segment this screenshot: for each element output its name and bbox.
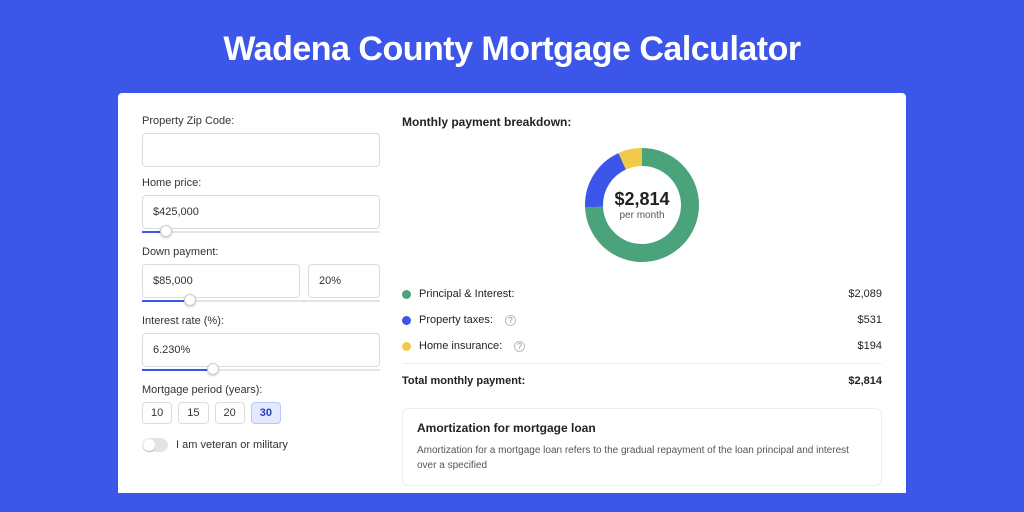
down-payment-label: Down payment: <box>142 246 380 258</box>
calculator-card: Property Zip Code: Home price: Down paym… <box>118 93 906 493</box>
down-payment-pct-input[interactable] <box>308 264 380 298</box>
legend-value: $531 <box>858 314 882 326</box>
down-payment-input[interactable] <box>142 264 300 298</box>
dot-icon <box>402 290 411 299</box>
zip-label: Property Zip Code: <box>142 115 380 127</box>
legend-value: $2,089 <box>848 288 882 300</box>
interest-rate-slider[interactable] <box>142 366 380 374</box>
veteran-label: I am veteran or military <box>176 439 288 451</box>
home-price-field: Home price: <box>142 177 380 236</box>
interest-rate-label: Interest rate (%): <box>142 315 380 327</box>
interest-rate-field: Interest rate (%): <box>142 315 380 374</box>
home-price-input[interactable] <box>142 195 380 229</box>
slider-thumb[interactable] <box>207 363 219 375</box>
total-label: Total monthly payment: <box>402 375 525 387</box>
help-icon[interactable]: ? <box>514 341 525 352</box>
mortgage-period-label: Mortgage period (years): <box>142 384 380 396</box>
mortgage-period-field: Mortgage period (years): 10 15 20 30 <box>142 384 380 424</box>
dot-icon <box>402 342 411 351</box>
slider-track <box>142 300 380 302</box>
legend-label: Principal & Interest: <box>419 288 514 300</box>
slider-track <box>142 231 380 233</box>
breakdown-title: Monthly payment breakdown: <box>402 115 882 129</box>
down-payment-slider[interactable] <box>142 297 380 305</box>
legend-total: Total monthly payment: $2,814 <box>402 368 882 394</box>
inputs-column: Property Zip Code: Home price: Down paym… <box>142 115 380 493</box>
legend-label: Home insurance: <box>419 340 502 352</box>
mortgage-period-options: 10 15 20 30 <box>142 402 380 424</box>
period-option-15[interactable]: 15 <box>178 402 208 424</box>
legend-insurance: Home insurance: ? $194 <box>402 333 882 359</box>
donut-chart: $2,814 per month <box>580 143 704 267</box>
donut-center: $2,814 per month <box>580 143 704 267</box>
legend-label: Property taxes: <box>419 314 493 326</box>
help-icon[interactable]: ? <box>505 315 516 326</box>
dot-icon <box>402 316 411 325</box>
slider-track <box>142 369 380 371</box>
veteran-row: I am veteran or military <box>142 438 380 452</box>
interest-rate-input[interactable] <box>142 333 380 367</box>
amortization-title: Amortization for mortgage loan <box>417 421 867 435</box>
donut-chart-wrap: $2,814 per month <box>402 139 882 281</box>
breakdown-column: Monthly payment breakdown: $2,814 per mo… <box>402 115 882 493</box>
page-title: Wadena County Mortgage Calculator <box>0 0 1024 93</box>
donut-sub: per month <box>619 210 664 221</box>
down-payment-field: Down payment: <box>142 246 380 305</box>
slider-thumb[interactable] <box>184 294 196 306</box>
legend-principal: Principal & Interest: $2,089 <box>402 281 882 307</box>
veteran-toggle[interactable] <box>142 438 168 452</box>
period-option-10[interactable]: 10 <box>142 402 172 424</box>
amortization-text: Amortization for a mortgage loan refers … <box>417 443 867 473</box>
period-option-20[interactable]: 20 <box>215 402 245 424</box>
donut-amount: $2,814 <box>614 189 669 210</box>
home-price-label: Home price: <box>142 177 380 189</box>
amortization-card: Amortization for mortgage loan Amortizat… <box>402 408 882 486</box>
total-value: $2,814 <box>848 375 882 387</box>
legend-taxes: Property taxes: ? $531 <box>402 307 882 333</box>
zip-field: Property Zip Code: <box>142 115 380 167</box>
divider <box>402 363 882 364</box>
zip-input[interactable] <box>142 133 380 167</box>
legend-value: $194 <box>858 340 882 352</box>
home-price-slider[interactable] <box>142 228 380 236</box>
slider-thumb[interactable] <box>160 225 172 237</box>
period-option-30[interactable]: 30 <box>251 402 281 424</box>
